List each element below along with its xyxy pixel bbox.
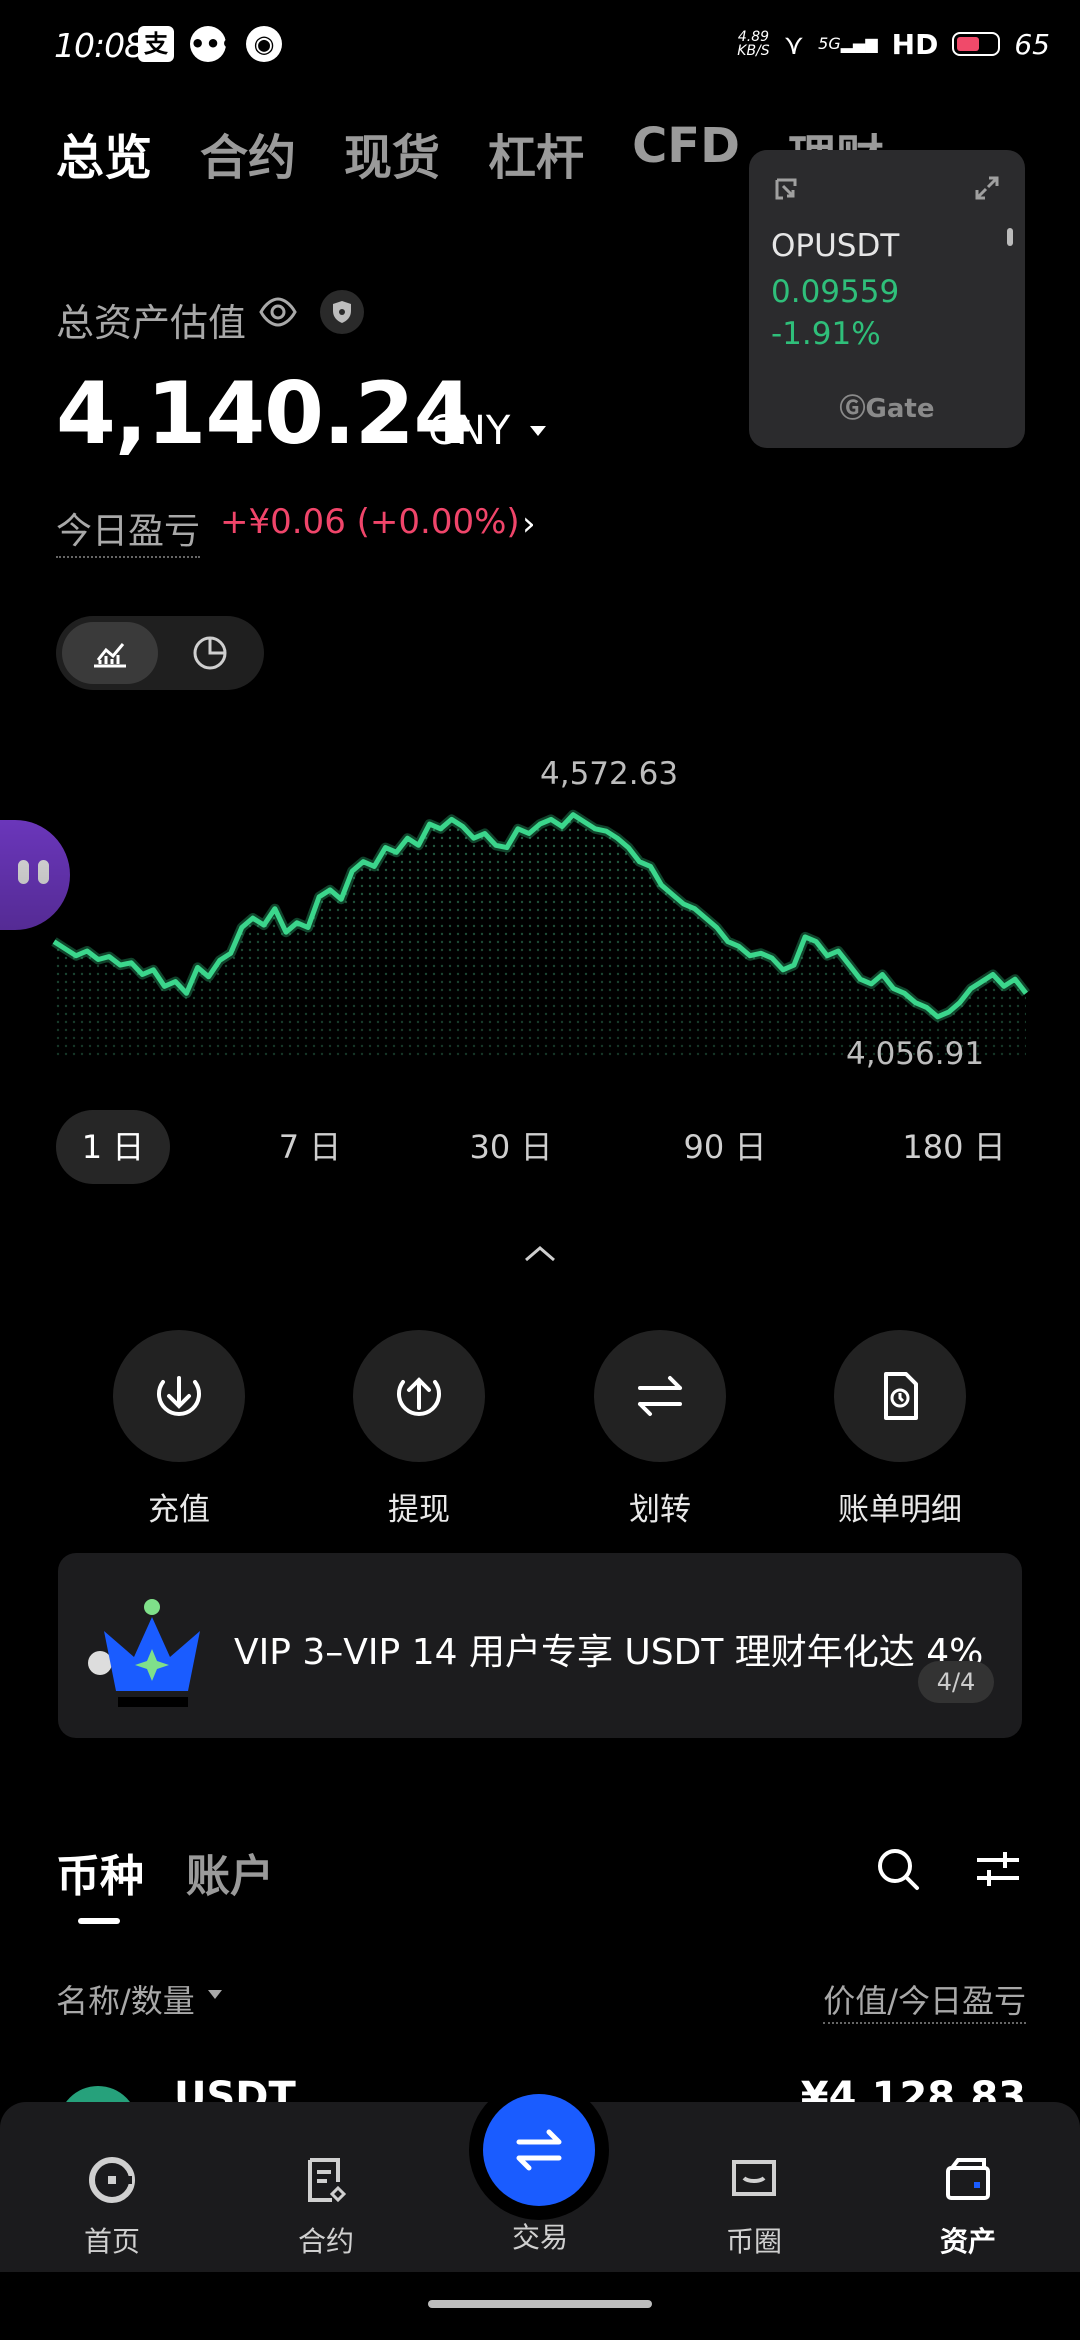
wifi-icon: ⋎ (783, 27, 805, 61)
chevron-right-icon[interactable]: › (522, 504, 536, 544)
expand-icon[interactable] (973, 174, 1001, 202)
search-icon[interactable] (875, 1846, 921, 1892)
bill-action[interactable]: 账单明细 (834, 1330, 966, 1529)
home-indicator-area (0, 2272, 1080, 2340)
withdraw-label: 提现 (388, 1492, 450, 1528)
pie-chart-toggle[interactable] (162, 622, 258, 684)
chart-max-label: 4,572.63 (540, 756, 679, 792)
contract-icon (308, 2158, 347, 2203)
total-assets-label: 总资产估值 (56, 301, 247, 345)
transfer-action[interactable]: 划转 (594, 1330, 726, 1529)
sort-caret-icon[interactable] (208, 1990, 222, 1999)
status-time: 10:08 (54, 26, 145, 65)
banner-page-indicator: 4/4 (918, 1661, 994, 1703)
status-right: 4.89 KB/S ⋎ 5G▂▄▆ HD 65 (737, 24, 1050, 64)
weibo-icon: ◉ (246, 26, 282, 62)
wallet-icon (946, 2158, 990, 2200)
swap-icon (516, 2129, 562, 2171)
chevron-up-icon[interactable] (522, 1238, 558, 1268)
widget-scrollbar (1007, 228, 1013, 246)
nav-assets-label: 资产 (939, 2225, 996, 2258)
tab-futures[interactable]: 合约 (200, 118, 296, 188)
alipay-icon: 支 (138, 26, 174, 62)
chart-view-toggle (56, 616, 264, 690)
range-7d[interactable]: 7 日 (260, 1110, 360, 1184)
tab-cfd[interactable]: CFD (632, 118, 740, 188)
widget-price: 0.09559 (771, 274, 900, 310)
tab-accounts[interactable]: 账户 (186, 1840, 274, 1904)
bill-button[interactable] (834, 1330, 966, 1462)
currency-selector[interactable]: CNY (428, 408, 510, 454)
line-chart-toggle[interactable] (62, 622, 158, 684)
time-range-tabs: 1 日 7 日 30 日 90 日 180 日 (56, 1110, 1026, 1184)
widget-brand: ⒼGate (839, 394, 935, 424)
shield-icon[interactable] (320, 290, 364, 334)
nav-home-label: 首页 (83, 2225, 140, 2258)
pie-chart-icon (193, 636, 227, 670)
range-180d[interactable]: 180 日 (892, 1110, 1016, 1184)
status-bar: 10:08 支 ••• ◉ 4.89 KB/S ⋎ 5G▂▄▆ HD 65 (0, 0, 1080, 92)
floating-price-widget[interactable]: OPUSDT 0.09559 -1.91% ⒼGate (749, 150, 1025, 448)
bill-label: 账单明细 (838, 1492, 962, 1528)
transfer-button[interactable] (594, 1330, 726, 1462)
range-90d[interactable]: 90 日 (670, 1110, 780, 1184)
column-value-pnl[interactable]: 价值/今日盈亏 (823, 1976, 1026, 2024)
home-indicator[interactable] (428, 2300, 652, 2308)
chat-icon: ••• (190, 26, 236, 62)
column-name-qty[interactable]: 名称/数量 (56, 1976, 195, 2022)
active-tab-indicator (78, 1918, 120, 1924)
hd-badge: HD (891, 27, 939, 61)
total-assets-value: 4,140.24 (56, 364, 473, 464)
nav-assets[interactable]: 资产 (898, 2154, 1038, 2260)
promo-banner[interactable]: VIP 3–VIP 14 用户专享 USDT 理财年化达 4% 4/4 (58, 1553, 1022, 1738)
battery-level: 65 (1014, 27, 1050, 61)
line-chart-icon (94, 643, 126, 668)
tab-spot[interactable]: 现货 (344, 118, 440, 188)
transfer-icon (638, 1376, 682, 1416)
range-30d[interactable]: 30 日 (456, 1110, 566, 1184)
home-icon (89, 2157, 135, 2203)
nav-futures[interactable]: 合约 (256, 2154, 396, 2260)
crown-icon (88, 1599, 200, 1707)
deposit-label: 充值 (148, 1492, 210, 1528)
eye-icon[interactable] (258, 292, 298, 332)
upload-icon (397, 1377, 441, 1416)
nav-futures-label: 合约 (297, 2225, 354, 2258)
today-pnl-value[interactable]: +¥0.06 (+0.00%) (220, 502, 520, 542)
tab-margin[interactable]: 杠杆 (488, 118, 584, 188)
today-pnl-label[interactable]: 今日盈亏 (56, 502, 201, 558)
signal-icon: 5G▂▄▆ (818, 34, 878, 53)
bill-icon (884, 1372, 918, 1420)
transfer-label: 划转 (629, 1492, 691, 1528)
tab-coins[interactable]: 币种 (56, 1840, 144, 1904)
widget-symbol: OPUSDT (771, 228, 900, 264)
gate-logo-icon: Ⓖ (839, 394, 866, 424)
withdraw-action[interactable]: 提现 (353, 1330, 485, 1529)
nav-trade-label: 交易 (511, 2221, 568, 2254)
deposit-button[interactable] (113, 1330, 245, 1462)
collapse-corner-icon[interactable] (773, 176, 801, 204)
chat-square-icon (732, 2160, 776, 2196)
tab-overview[interactable]: 总览 (56, 118, 152, 188)
download-icon (157, 1376, 201, 1416)
nav-home[interactable]: 首页 (42, 2154, 182, 2260)
net-speed: 4.89 KB/S (737, 29, 770, 59)
trade-fab[interactable] (483, 2094, 595, 2206)
withdraw-button[interactable] (353, 1330, 485, 1462)
nav-community[interactable]: 币圈 (684, 2154, 824, 2260)
deposit-action[interactable]: 充值 (113, 1330, 245, 1529)
caret-down-icon[interactable] (530, 426, 546, 436)
widget-change: -1.91% (771, 316, 881, 352)
range-1d[interactable]: 1 日 (56, 1110, 170, 1184)
battery-icon (952, 32, 1001, 56)
filter-icon[interactable] (975, 1848, 1021, 1890)
chart-min-label: 4,056.91 (846, 1036, 985, 1072)
banner-text: VIP 3–VIP 14 用户专享 USDT 理财年化达 4% (234, 1632, 984, 1673)
nav-community-label: 币圈 (725, 2225, 782, 2258)
